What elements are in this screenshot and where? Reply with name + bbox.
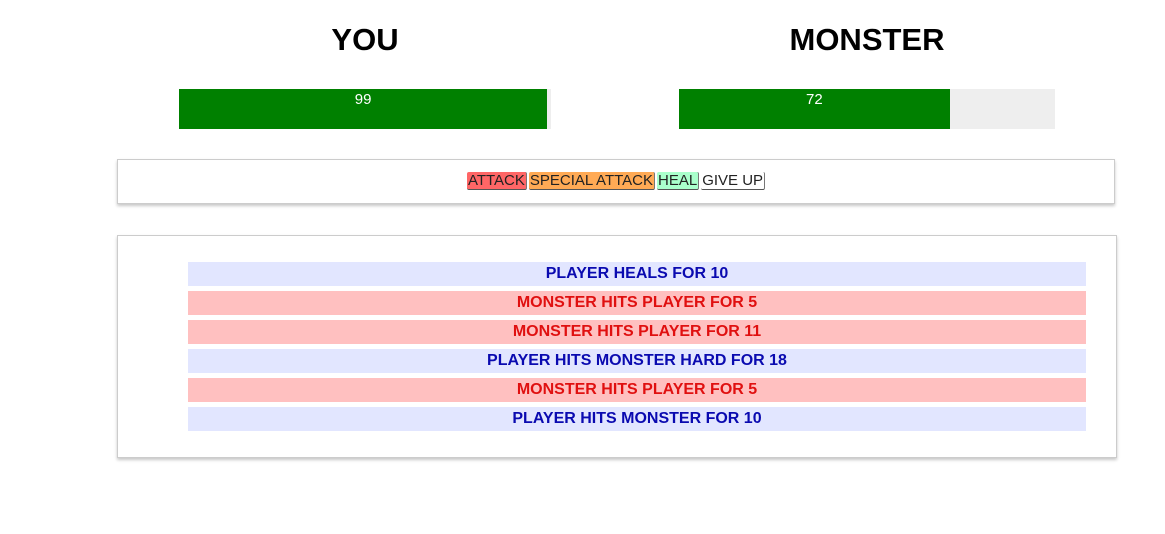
special-attack-button[interactable]: SPECIAL ATTACK [528,172,655,190]
monster-name: MONSTER [789,22,945,57]
log-entry: PLAYER HITS MONSTER HARD FOR 18 [188,349,1086,373]
player-name: YOU [331,22,399,57]
battle-log-list: PLAYER HEALS FOR 10 MONSTER HITS PLAYER F… [188,262,1086,436]
controls-panel: ATTACK SPECIAL ATTACK HEAL GIVE UP [117,159,1115,204]
log-entry: PLAYER HEALS FOR 10 [188,262,1086,286]
game-screen: YOU MONSTER 99 72 ATTACK SPECIAL ATTACK HE… [0,0,1165,534]
monster-health-fill: 72 [679,89,950,129]
attack-button[interactable]: ATTACK [466,172,527,190]
log-entry: MONSTER HITS PLAYER FOR 11 [188,320,1086,344]
log-entry: MONSTER HITS PLAYER FOR 5 [188,291,1086,315]
battle-log-panel: PLAYER HEALS FOR 10 MONSTER HITS PLAYER F… [117,235,1117,458]
player-health-bar: 99 [179,89,551,129]
log-entry: PLAYER HITS MONSTER FOR 10 [188,407,1086,431]
heal-button[interactable]: HEAL [657,172,700,190]
give-up-button[interactable]: GIVE UP [701,172,766,190]
log-entry: MONSTER HITS PLAYER FOR 5 [188,378,1086,402]
monster-health-bar: 72 [679,89,1055,129]
player-health-fill: 99 [179,89,548,129]
